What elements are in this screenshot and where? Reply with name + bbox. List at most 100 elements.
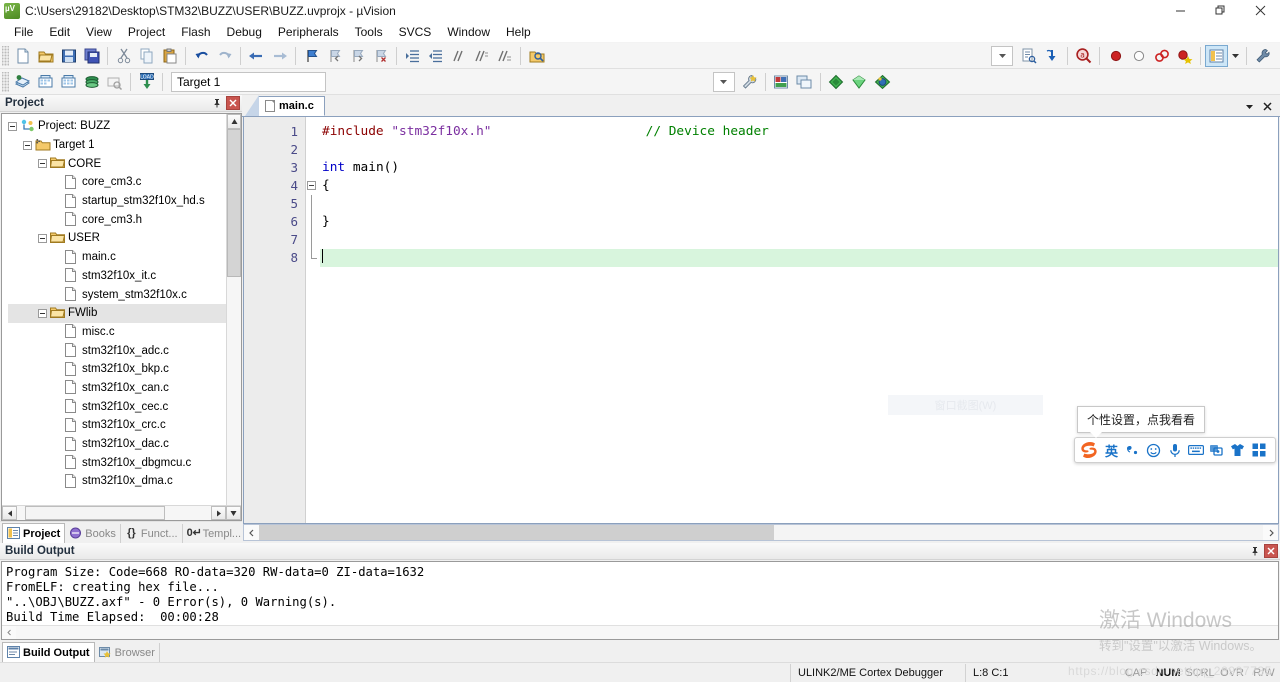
ime-keyboard-icon[interactable] <box>1185 439 1206 461</box>
find-icon[interactable]: a <box>1072 45 1095 67</box>
insert-include-icon[interactable] <box>1040 45 1063 67</box>
editor-scroll-right-button[interactable] <box>1263 525 1278 540</box>
tree-node-startup-stm32f10x-hd-s[interactable]: startup_stm32f10x_hd.s <box>8 192 226 211</box>
tree-expander-icon[interactable] <box>23 140 32 150</box>
menu-window[interactable]: Window <box>439 22 498 42</box>
minimize-button[interactable] <box>1160 0 1200 22</box>
project-tree-hscrollbar[interactable] <box>2 505 241 520</box>
code-line[interactable]: } <box>320 213 1278 231</box>
editor-minimize-button[interactable] <box>1241 98 1257 114</box>
editor-scroll-left-button[interactable] <box>244 525 259 540</box>
stop-build-icon[interactable] <box>103 71 126 93</box>
breakpoint-disable-icon[interactable] <box>1127 45 1150 67</box>
tree-node-stm32f10x-adc-c[interactable]: stm32f10x_adc.c <box>8 341 226 360</box>
tree-node-target-1[interactable]: Target 1 <box>8 136 226 155</box>
bookmark-clear-icon[interactable] <box>369 45 392 67</box>
indent-icon[interactable] <box>401 45 424 67</box>
editor-hscroll-track[interactable] <box>259 525 1263 540</box>
code-line[interactable]: int main() <box>320 159 1278 177</box>
cut-icon[interactable] <box>112 45 135 67</box>
vscroll-track[interactable] <box>227 129 241 505</box>
breakpoint-disable-all-icon[interactable] <box>1150 45 1173 67</box>
fold-collapse-icon[interactable] <box>307 181 316 190</box>
toolbar-grip[interactable] <box>2 45 9 66</box>
tab-templates[interactable]: 0↵ Templ... <box>183 524 247 543</box>
editor-close-button[interactable] <box>1259 98 1275 114</box>
sogou-logo-icon[interactable] <box>1077 439 1101 461</box>
hscroll-track[interactable] <box>17 506 211 520</box>
menu-svcs[interactable]: SVCS <box>391 22 440 42</box>
menu-view[interactable]: View <box>78 22 120 42</box>
pack-installer-icon[interactable] <box>848 71 871 93</box>
paste-icon[interactable] <box>158 45 181 67</box>
tree-node-stm32f10x-dac-c[interactable]: stm32f10x_dac.c <box>8 435 226 454</box>
code-folding-column[interactable] <box>306 117 320 523</box>
breakpoint-icon[interactable] <box>1104 45 1127 67</box>
tree-node-stm32f10x-dbgmcu-c[interactable]: stm32f10x_dbgmcu.c <box>8 453 226 472</box>
menu-peripherals[interactable]: Peripherals <box>270 22 347 42</box>
close-button[interactable] <box>1240 0 1280 22</box>
customize-tools-icon[interactable] <box>1251 45 1274 67</box>
code-line[interactable] <box>320 195 1278 213</box>
ime-voice-icon[interactable] <box>1164 439 1185 461</box>
redo-icon[interactable] <box>213 45 236 67</box>
editor-tab-main-c[interactable]: main.c <box>245 95 325 116</box>
code-line[interactable] <box>320 141 1278 159</box>
editor-hscroll-thumb[interactable] <box>259 525 774 540</box>
batch-build-icon[interactable] <box>80 71 103 93</box>
tree-node-misc-c[interactable]: misc.c <box>8 323 226 342</box>
build-output-hscrollbar[interactable] <box>2 625 1278 639</box>
close-icon[interactable] <box>226 96 240 110</box>
ime-mode-english-icon[interactable]: 英 <box>1101 439 1122 461</box>
save-icon[interactable] <box>57 45 80 67</box>
scroll-up-button[interactable] <box>227 114 241 129</box>
undo-icon[interactable] <box>190 45 213 67</box>
tree-node-core-cm3-h[interactable]: core_cm3.h <box>8 210 226 229</box>
rebuild-icon[interactable] <box>57 71 80 93</box>
env-icon[interactable] <box>871 71 894 93</box>
tree-node-user[interactable]: USER <box>8 229 226 248</box>
tree-node-stm32f10x-dma-c[interactable]: stm32f10x_dma.c <box>8 472 226 491</box>
code-line[interactable] <box>320 249 1278 267</box>
tree-node-main-c[interactable]: main.c <box>8 248 226 267</box>
tree-node-core-cm3-c[interactable]: core_cm3.c <box>8 173 226 192</box>
project-tree[interactable]: Project: BUZZ Target 1 CORE core_cm3.c start… <box>2 114 226 505</box>
dropdown-arrow-icon[interactable] <box>1228 45 1242 67</box>
maximize-restore-button[interactable] <box>1200 0 1240 22</box>
tree-node-stm32f10x-bkp-c[interactable]: stm32f10x_bkp.c <box>8 360 226 379</box>
menu-project[interactable]: Project <box>120 22 173 42</box>
code-line[interactable]: #include "stm32f10x.h" // Device header <box>320 123 1278 141</box>
tree-expander-icon[interactable] <box>38 233 47 243</box>
tab-build-output[interactable]: Build Output <box>2 642 95 662</box>
find-in-files-icon[interactable] <box>525 45 548 67</box>
project-tree-vscrollbar[interactable] <box>226 114 241 505</box>
download-icon[interactable]: LOAD <box>135 71 158 93</box>
tab-browser[interactable]: Browser <box>95 643 160 662</box>
tree-node-stm32f10x-cec-c[interactable]: stm32f10x_cec.c <box>8 397 226 416</box>
fold-toggle[interactable] <box>306 177 320 195</box>
target-selector-arrow[interactable] <box>712 71 735 92</box>
pin-icon[interactable] <box>1248 544 1262 558</box>
menu-help[interactable]: Help <box>498 22 539 42</box>
back-arrow-icon[interactable] <box>245 45 268 67</box>
build-scroll-left-button[interactable] <box>2 626 16 639</box>
tree-expander-icon[interactable] <box>38 159 47 169</box>
project-window-icon[interactable] <box>1205 44 1228 67</box>
tree-node-stm32f10x-crc-c[interactable]: stm32f10x_crc.c <box>8 416 226 435</box>
tab-books[interactable]: Books <box>65 524 121 543</box>
code-line[interactable]: { <box>320 177 1278 195</box>
manage-project-items-icon[interactable] <box>770 71 793 93</box>
menu-file[interactable]: File <box>6 22 41 42</box>
forward-arrow-icon[interactable] <box>268 45 291 67</box>
tree-expander-icon[interactable] <box>8 121 17 131</box>
ime-tooltip[interactable]: 个性设置，点我看看 <box>1077 406 1206 438</box>
copy-icon[interactable] <box>135 45 158 67</box>
source-browse-icon[interactable] <box>1017 45 1040 67</box>
uncomment-icon[interactable] <box>470 45 493 67</box>
ime-emoji-icon[interactable] <box>1143 439 1164 461</box>
tree-node-stm32f10x-can-c[interactable]: stm32f10x_can.c <box>8 379 226 398</box>
comment-icon[interactable] <box>447 45 470 67</box>
menu-flash[interactable]: Flash <box>173 22 218 42</box>
target-options-icon[interactable] <box>738 71 761 93</box>
translate-icon[interactable] <box>11 71 34 93</box>
